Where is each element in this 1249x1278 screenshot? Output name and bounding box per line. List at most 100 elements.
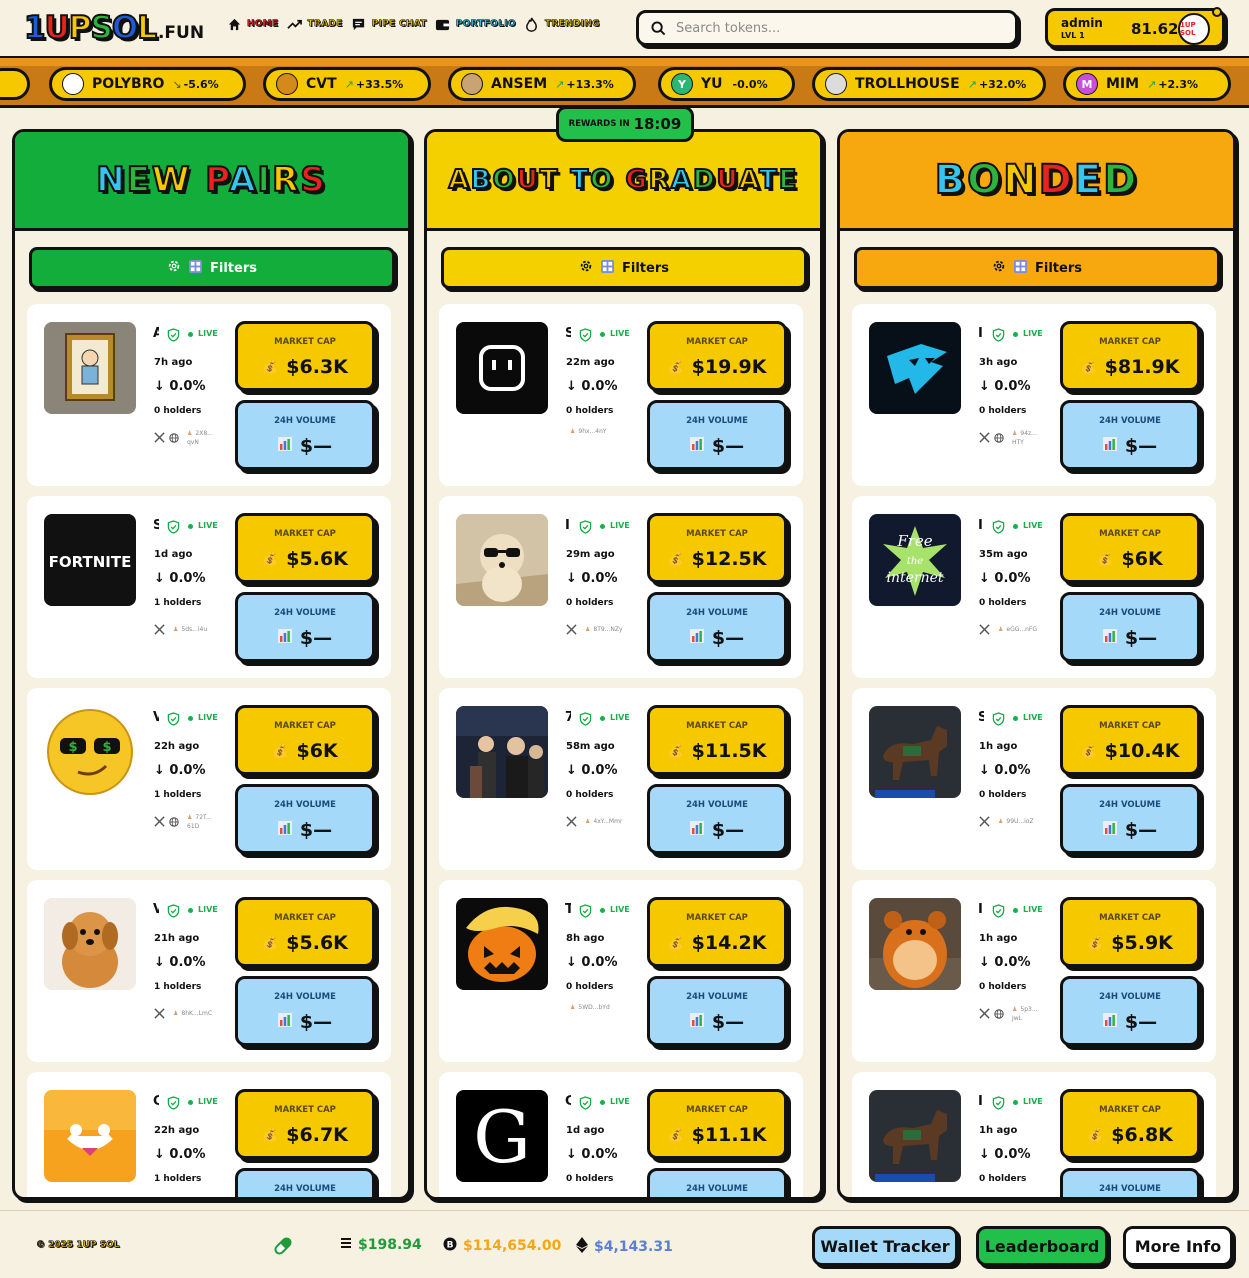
dev-wallet[interactable]: ♟ 94z... HTY [1012,430,1037,446]
filters-button[interactable]: Filters [29,247,395,289]
token-card[interactable]: G G LIVE 1d ago ↓ 0.0% 0 holders MARKET CAP 💰 $1… [439,1072,803,1197]
ticker-item-cvt[interactable]: CVT ↗ +33.5% [263,67,431,101]
token-card[interactable]: $$VLIVE22h ago↓ 0.0%1 holders♟72T...61DM… [27,688,391,870]
x-twitter-icon[interactable] [979,428,990,447]
x-twitter-icon[interactable] [566,812,577,831]
search-input[interactable] [676,20,976,36]
user-badge[interactable]: admin LVL 1 81.62 1UP SOL [1045,7,1225,48]
token-card[interactable]: I LIVE 29m ago ↓ 0.0% 0 holders ♟ 8T9...NZy MAR… [439,496,803,678]
token-card[interactable]: S LIVE 1h ago ↓ 0.0% 0 holders ♟99U...ioZ MARK… [852,688,1216,870]
volume-box[interactable]: 24H VOLUME$— [647,400,787,470]
volume-box[interactable]: 24H VOLUME$— [1060,592,1200,662]
wallet-tracker-button[interactable]: Wallet Tracker [812,1226,958,1266]
market-cap-box[interactable]: MARKET CAP 💰 $12.5K [647,513,787,583]
token-name[interactable]: S [565,326,571,340]
volume-box[interactable]: 24H VOLUME$— [1060,400,1200,470]
dev-wallet[interactable]: ♟ 9hx...4nY [570,428,607,435]
logo[interactable]: 1UPSOL .FUN [23,9,204,47]
website-globe-icon[interactable] [169,812,179,831]
market-cap-box[interactable]: MARKET CAP 💰 $6.8K [1060,1089,1200,1159]
token-card[interactable]: FORTNITE S LIVE 1d ago ↓ 0.0% 1 holders ♟5ds..… [27,496,391,678]
market-cap-box[interactable]: MARKET CAP 💰 $6.3K [235,321,375,391]
ticker-item-polybro[interactable]: POLYBRO ↘ -5.6% [49,67,246,101]
x-twitter-icon[interactable] [154,620,165,639]
volume-box[interactable]: 24H VOLUME$— [647,784,787,854]
token-name[interactable]: G [565,1094,571,1108]
nav-pipe-chat[interactable]: PIPE CHAT [351,16,427,32]
token-name[interactable]: I [978,518,984,532]
market-cap-box[interactable]: MARKET CAP 💰 $11.5K [647,705,787,775]
market-cap-box[interactable]: MARKET CAP 💰 $5.6K [235,513,375,583]
token-card[interactable]: V LIVE 21h ago ↓ 0.0% 1 holders ♟8hK...LmC MAR… [27,880,391,1062]
token-name[interactable]: S [153,518,159,532]
dev-wallet[interactable]: ♟ 8T9...NZy [585,626,623,633]
search-box[interactable] [636,10,1018,46]
x-twitter-icon[interactable] [979,620,990,639]
volume-box[interactable]: 24H VOLUME$— [1060,1168,1200,1197]
token-name[interactable]: V [153,710,159,724]
volume-box[interactable]: 24H VOLUME$— [647,1168,787,1197]
market-cap-box[interactable]: MARKET CAP 💰 $11.1K [647,1089,787,1159]
volume-box[interactable]: 24H VOLUME$— [1060,976,1200,1046]
filters-button[interactable]: Filters [441,247,807,289]
x-twitter-icon[interactable] [154,428,165,447]
ticker-item-mim[interactable]: M MIM ↗ +2.3% [1063,67,1231,101]
x-twitter-icon[interactable] [154,812,165,831]
market-cap-box[interactable]: MARKET CAP 💰 $5.6K [235,897,375,967]
website-globe-icon[interactable] [169,428,179,447]
token-name[interactable]: S [978,710,984,724]
token-card[interactable]: 7 LIVE 58m ago ↓ 0.0% 0 holders ♟4xY...Mmr MAR… [439,688,803,870]
token-card[interactable]: T LIVE 8h ago ↓ 0.0% 0 holders ♟5WD...bYd MARK… [439,880,803,1062]
token-name[interactable]: 7 [565,710,571,724]
website-globe-icon[interactable] [994,428,1004,447]
token-card[interactable]: I LIVE 1h ago ↓ 0.0% 0 holders ♟ 5p3... JwL MARK… [852,880,1216,1062]
token-name[interactable]: V [153,902,159,916]
dev-wallet[interactable]: ♟ 5ds...i4u [173,626,207,633]
nav-home[interactable]: HOME [226,16,279,32]
market-cap-box[interactable]: MARKET CAP 💰 $14.2K [647,897,787,967]
market-cap-box[interactable]: MARKET CAP 💰 $19.9K [647,321,787,391]
nav-portfolio[interactable]: PORTFOLIO [435,16,516,32]
volume-box[interactable]: 24H VOLUME$— [235,784,375,854]
pill-icon[interactable] [272,1235,294,1261]
dev-wallet[interactable]: ♟ eGG...nFG [998,626,1037,633]
website-globe-icon[interactable] [994,1004,1004,1023]
more-info-button[interactable]: More Info [1123,1226,1233,1266]
x-twitter-icon[interactable] [566,620,577,639]
x-twitter-icon[interactable] [979,1004,990,1023]
token-name[interactable]: I [978,1094,984,1108]
volume-box[interactable]: 24H VOLUME$— [647,592,787,662]
token-name[interactable]: I [978,902,984,916]
token-card[interactable]: S LIVE 22m ago ↓ 0.0% 0 holders ♟9hx...4nY MAR… [439,304,803,486]
market-cap-box[interactable]: MARKET CAP 💰 $10.4K [1060,705,1200,775]
token-name[interactable]: I [565,518,571,532]
volume-box[interactable]: 24H VOLUME$— [1060,784,1200,854]
ticker-item-ansem[interactable]: ANSEM ↗ +13.3% [448,67,636,101]
token-card[interactable]: C LIVE 22h ago ↓ 0.0% 1 holders ♟Axm MARKET CA… [27,1072,391,1197]
dev-wallet[interactable]: ♟ 72T... 61D [187,814,212,830]
x-twitter-icon[interactable] [154,1004,165,1023]
nav-trade[interactable]: TRADE [287,16,343,32]
token-name[interactable]: T [565,902,571,916]
dev-wallet[interactable]: ♟ 5p3... JwL [1012,1006,1038,1022]
volume-box[interactable]: 24H VOLUME$— [235,400,375,470]
dev-wallet[interactable]: ♟ 2X8... qvN [187,430,213,446]
token-card[interactable]: I LIVE 1h ago ↓ 0.0% 0 holders MARKET CAP 💰 $6.… [852,1072,1216,1197]
market-cap-box[interactable]: MARKET CAP 💰 $81.9K [1060,321,1200,391]
token-card[interactable]: Free the internet I LIVE 35m ago ↓ 0.0% 0 holde… [852,496,1216,678]
token-card[interactable]: I LIVE 3h ago ↓ 0.0% 0 holders ♟ 94z... HTY MARK… [852,304,1216,486]
token-card[interactable]: A LIVE 7h ago ↓ 0.0% 0 holders ♟2X8...qvN MARK… [27,304,391,486]
filters-button[interactable]: Filters [854,247,1220,289]
leaderboard-button[interactable]: Leaderboard [976,1226,1108,1266]
token-name[interactable]: A [153,326,159,340]
market-cap-box[interactable]: MARKET CAP 💰 $6K [1060,513,1200,583]
token-name[interactable]: C [153,1094,159,1108]
market-cap-box[interactable]: MARKET CAP 💰 $6K [235,705,375,775]
dev-wallet[interactable]: ♟ 8hK...LmC [173,1010,212,1017]
nav-trending[interactable]: TRENDING [524,16,600,32]
dev-wallet[interactable]: ♟ 5WD...bYd [570,1004,610,1011]
market-cap-box[interactable]: MARKET CAP 💰 $5.9K [1060,897,1200,967]
ticker-item-yu[interactable]: Y YU -0.0% [658,67,795,101]
avatar[interactable]: 1UP SOL [1178,13,1210,45]
dev-wallet[interactable]: ♟ 4xY...Mmr [585,818,622,825]
